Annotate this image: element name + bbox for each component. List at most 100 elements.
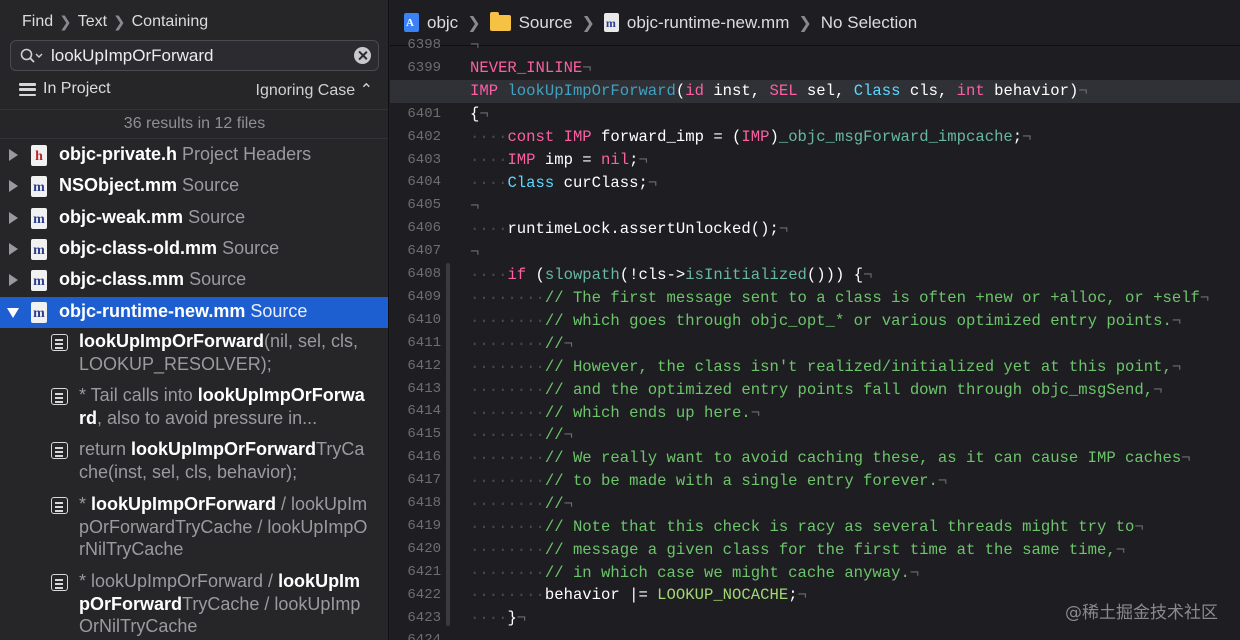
scope-in-project[interactable]: In Project xyxy=(43,80,111,98)
code-line: ········// and the optimized entry point… xyxy=(470,380,1163,399)
text-match-icon xyxy=(51,497,68,514)
line-number: 6421 xyxy=(407,563,441,580)
code-line: ········// which goes through objc_opt_*… xyxy=(470,311,1182,330)
result-file-name: objc-runtime-new.mm Source xyxy=(59,300,308,321)
mm-file-icon: m xyxy=(603,13,619,32)
search-scope-bar: In Project Ignoring Case ⌃ xyxy=(0,74,388,104)
project-icon: A xyxy=(404,13,419,32)
find-mode-find[interactable]: Find xyxy=(22,13,53,31)
find-mode-text[interactable]: Text xyxy=(78,13,107,31)
line-number: 6409 xyxy=(407,288,441,305)
result-match-text: return lookUpImpOrForwardTryCache(inst, … xyxy=(79,439,365,482)
line-number: 6402 xyxy=(407,128,441,145)
result-match-row[interactable]: * lookUpImpOrForward / lookUpImpOrForwar… xyxy=(0,570,388,640)
line-number-gutter: 6398639964006401640264036404640564066407… xyxy=(390,37,454,640)
code-line: ¬ xyxy=(470,197,480,215)
text-match-icon xyxy=(51,574,68,591)
line-number: 6410 xyxy=(407,311,441,328)
line-number: 6398 xyxy=(407,37,441,53)
code-line: ····const IMP forward_imp = (IMP)_objc_m… xyxy=(470,128,1032,146)
clear-search-icon[interactable] xyxy=(354,47,371,64)
result-match-row[interactable]: lookUpImpOrForward(nil, sel, cls, LOOKUP… xyxy=(0,330,388,378)
line-number: 6412 xyxy=(407,357,441,374)
text-match-icon xyxy=(51,442,68,459)
line-number: 6420 xyxy=(407,540,441,557)
result-file-name: objc-class.mm Source xyxy=(59,269,247,290)
result-file-row[interactable]: m NSObject.mm Source xyxy=(0,171,388,202)
result-file-row[interactable]: m objc-class.mm Source xyxy=(0,265,388,296)
search-input[interactable] xyxy=(49,41,354,70)
text-match-icon xyxy=(51,334,68,351)
line-number: 6423 xyxy=(407,609,441,626)
jump-bar-selection[interactable]: No Selection xyxy=(821,13,917,33)
line-number: 6424 xyxy=(390,629,441,640)
code-line: ¬ xyxy=(470,243,480,261)
line-number: 6416 xyxy=(407,449,441,466)
jump-bar-project[interactable]: objc xyxy=(427,13,458,33)
line-number: 6414 xyxy=(407,403,441,420)
line-number: 6404 xyxy=(407,174,441,191)
scope-icon[interactable] xyxy=(19,83,36,99)
code-line-current: IMP lookUpImpOrForward(id inst, SEL sel,… xyxy=(390,80,1240,103)
mm-file-icon: m xyxy=(31,301,47,323)
code-line: ········// We really want to avoid cachi… xyxy=(470,449,1191,468)
code-line: ········// The first message sent to a c… xyxy=(470,289,1210,307)
line-number: 6422 xyxy=(407,586,441,603)
result-file-name: objc-class-old.mm Source xyxy=(59,237,280,258)
line-number: 6405 xyxy=(407,197,441,214)
result-file-name: objc-private.h Project Headers xyxy=(59,144,312,164)
chevron-right-icon: ❯ xyxy=(467,14,481,32)
code-line: ····Class curClass;¬ xyxy=(470,174,658,192)
mm-file-icon: m xyxy=(31,238,47,260)
code-line: {¬ xyxy=(470,105,489,123)
code-line: ········// which ends up here.¬ xyxy=(470,403,761,422)
code-line: ¬ xyxy=(470,36,480,54)
result-match-text: * Tail calls into lookUpImpOrForward, al… xyxy=(79,385,365,428)
result-file-name: NSObject.mm Source xyxy=(59,175,240,196)
code-line: ········// to be made with a single entr… xyxy=(470,472,948,491)
line-number: 6417 xyxy=(407,472,441,489)
code-line: ········// message a given class for the… xyxy=(470,540,1126,559)
find-mode-containing[interactable]: Containing xyxy=(132,13,209,31)
search-field[interactable] xyxy=(10,40,379,71)
result-match-text: * lookUpImpOrForward / lookUpImpOrForwar… xyxy=(79,494,368,560)
code-line: ····if (slowpath(!cls->isInitialized()))… xyxy=(470,266,873,284)
code-folding-ribbon[interactable] xyxy=(446,263,450,626)
line-number: 6418 xyxy=(407,495,441,511)
code-line: ········//¬ xyxy=(470,426,573,445)
line-number: 6399 xyxy=(407,59,441,76)
result-match-row[interactable]: * Tail calls into lookUpImpOrForward, al… xyxy=(0,384,388,432)
line-number: 6407 xyxy=(407,243,441,260)
mm-file-icon: m xyxy=(31,270,47,292)
text-match-icon xyxy=(51,388,68,405)
result-match-row[interactable]: * lookUpImpOrForward / lookUpImpOrForwar… xyxy=(0,493,388,563)
result-file-row[interactable]: m objc-class-old.mm Source xyxy=(0,234,388,265)
disclosure-closed-icon[interactable] xyxy=(9,180,18,193)
disclosure-closed-icon[interactable] xyxy=(9,242,18,255)
result-file-row[interactable]: m objc-weak.mm Source xyxy=(0,203,388,234)
case-sensitivity-popup[interactable]: Ignoring Case ⌃ xyxy=(256,80,373,100)
result-file-row[interactable]: h objc-private.h Project Headers xyxy=(0,140,388,171)
line-number: 6403 xyxy=(407,151,441,168)
line-number: 6408 xyxy=(407,266,441,282)
mm-file-icon: m xyxy=(31,207,47,229)
search-options-icon[interactable] xyxy=(11,41,49,70)
jump-bar-folder[interactable]: Source xyxy=(519,13,573,33)
code-line: ········// Note that this check is racy … xyxy=(470,518,1144,536)
chevron-right-icon: ❯ xyxy=(113,14,126,31)
result-file-row[interactable]: m objc-runtime-new.mm Source xyxy=(0,296,388,328)
code-area[interactable]: ¬ NEVER_INLINE¬ IMP lookUpImpOrForward(i… xyxy=(390,36,1240,640)
code-line: NEVER_INLINE¬ xyxy=(470,59,592,77)
code-line: ····IMP imp = nil;¬ xyxy=(470,151,648,169)
result-match-row[interactable]: return lookUpImpOrForwardTryCache(inst, … xyxy=(0,438,388,486)
jump-bar-file[interactable]: objc-runtime-new.mm xyxy=(627,13,790,33)
disclosure-open-icon[interactable] xyxy=(7,307,19,318)
mm-file-icon: m xyxy=(31,176,47,198)
code-line: ········// However, the class isn't real… xyxy=(470,357,1182,376)
disclosure-closed-icon[interactable] xyxy=(9,211,18,224)
code-line: ········//¬ xyxy=(470,495,573,514)
find-mode-breadcrumb: Find ❯ Text ❯ Containing xyxy=(0,0,388,44)
header-file-icon: h xyxy=(31,145,47,166)
disclosure-closed-icon[interactable] xyxy=(9,149,18,161)
disclosure-closed-icon[interactable] xyxy=(9,274,18,287)
